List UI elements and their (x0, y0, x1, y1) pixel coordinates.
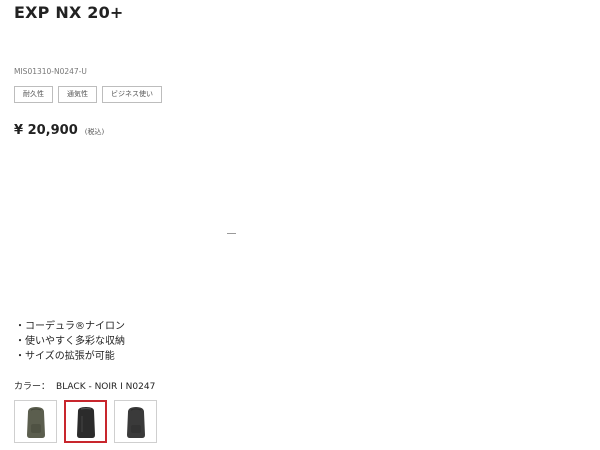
olive-backpack-icon (26, 406, 45, 438)
color-selection-label: カラー： BLACK - NOIR I N0247 (14, 379, 155, 392)
black-backpack-icon (76, 406, 95, 438)
feature-item: ・コーデュラ®ナイロン (15, 319, 125, 334)
tag-durability[interactable]: 耐久性 (14, 86, 53, 103)
color-swatches (14, 400, 157, 443)
swatch-black[interactable] (64, 400, 107, 443)
feature-text-expandable: サイズの拡張が可能 (25, 351, 115, 362)
bullet: ・ (15, 351, 25, 362)
product-sku: MIS01310-N0247-U (14, 67, 87, 76)
feature-item: ・サイズの拡張が可能 (15, 349, 125, 364)
swatch-olive[interactable] (14, 400, 57, 443)
dark-grey-backpack-icon (126, 406, 145, 438)
price-row: ¥ 20,900 (税込) (14, 123, 104, 138)
bullet: ・ (15, 321, 25, 332)
product-detail-panel: EXP NX 20+ MIS01310-N0247-U 耐久性 通気性 ビジネス… (0, 0, 600, 450)
tag-business-use[interactable]: ビジネス使い (102, 86, 162, 103)
product-title: EXP NX 20+ (14, 3, 124, 22)
feature-text-cordura: コーデュラ®ナイロン (25, 321, 125, 332)
swatch-dark-grey[interactable] (114, 400, 157, 443)
product-price: ¥ 20,900 (14, 123, 78, 138)
tax-note: (税込) (84, 128, 105, 136)
bullet: ・ (15, 336, 25, 347)
image-loading-indicator (227, 233, 236, 234)
tag-breathability[interactable]: 通気性 (58, 86, 97, 103)
color-label: カラー： (14, 382, 51, 392)
color-value: BLACK - NOIR I N0247 (56, 382, 156, 392)
feature-list: ・コーデュラ®ナイロン ・使いやすく多彩な収納 ・サイズの拡張が可能 (15, 319, 125, 364)
feature-item: ・使いやすく多彩な収納 (15, 334, 125, 349)
feature-tags: 耐久性 通気性 ビジネス使い (14, 86, 162, 103)
feature-text-storage: 使いやすく多彩な収納 (25, 336, 125, 347)
